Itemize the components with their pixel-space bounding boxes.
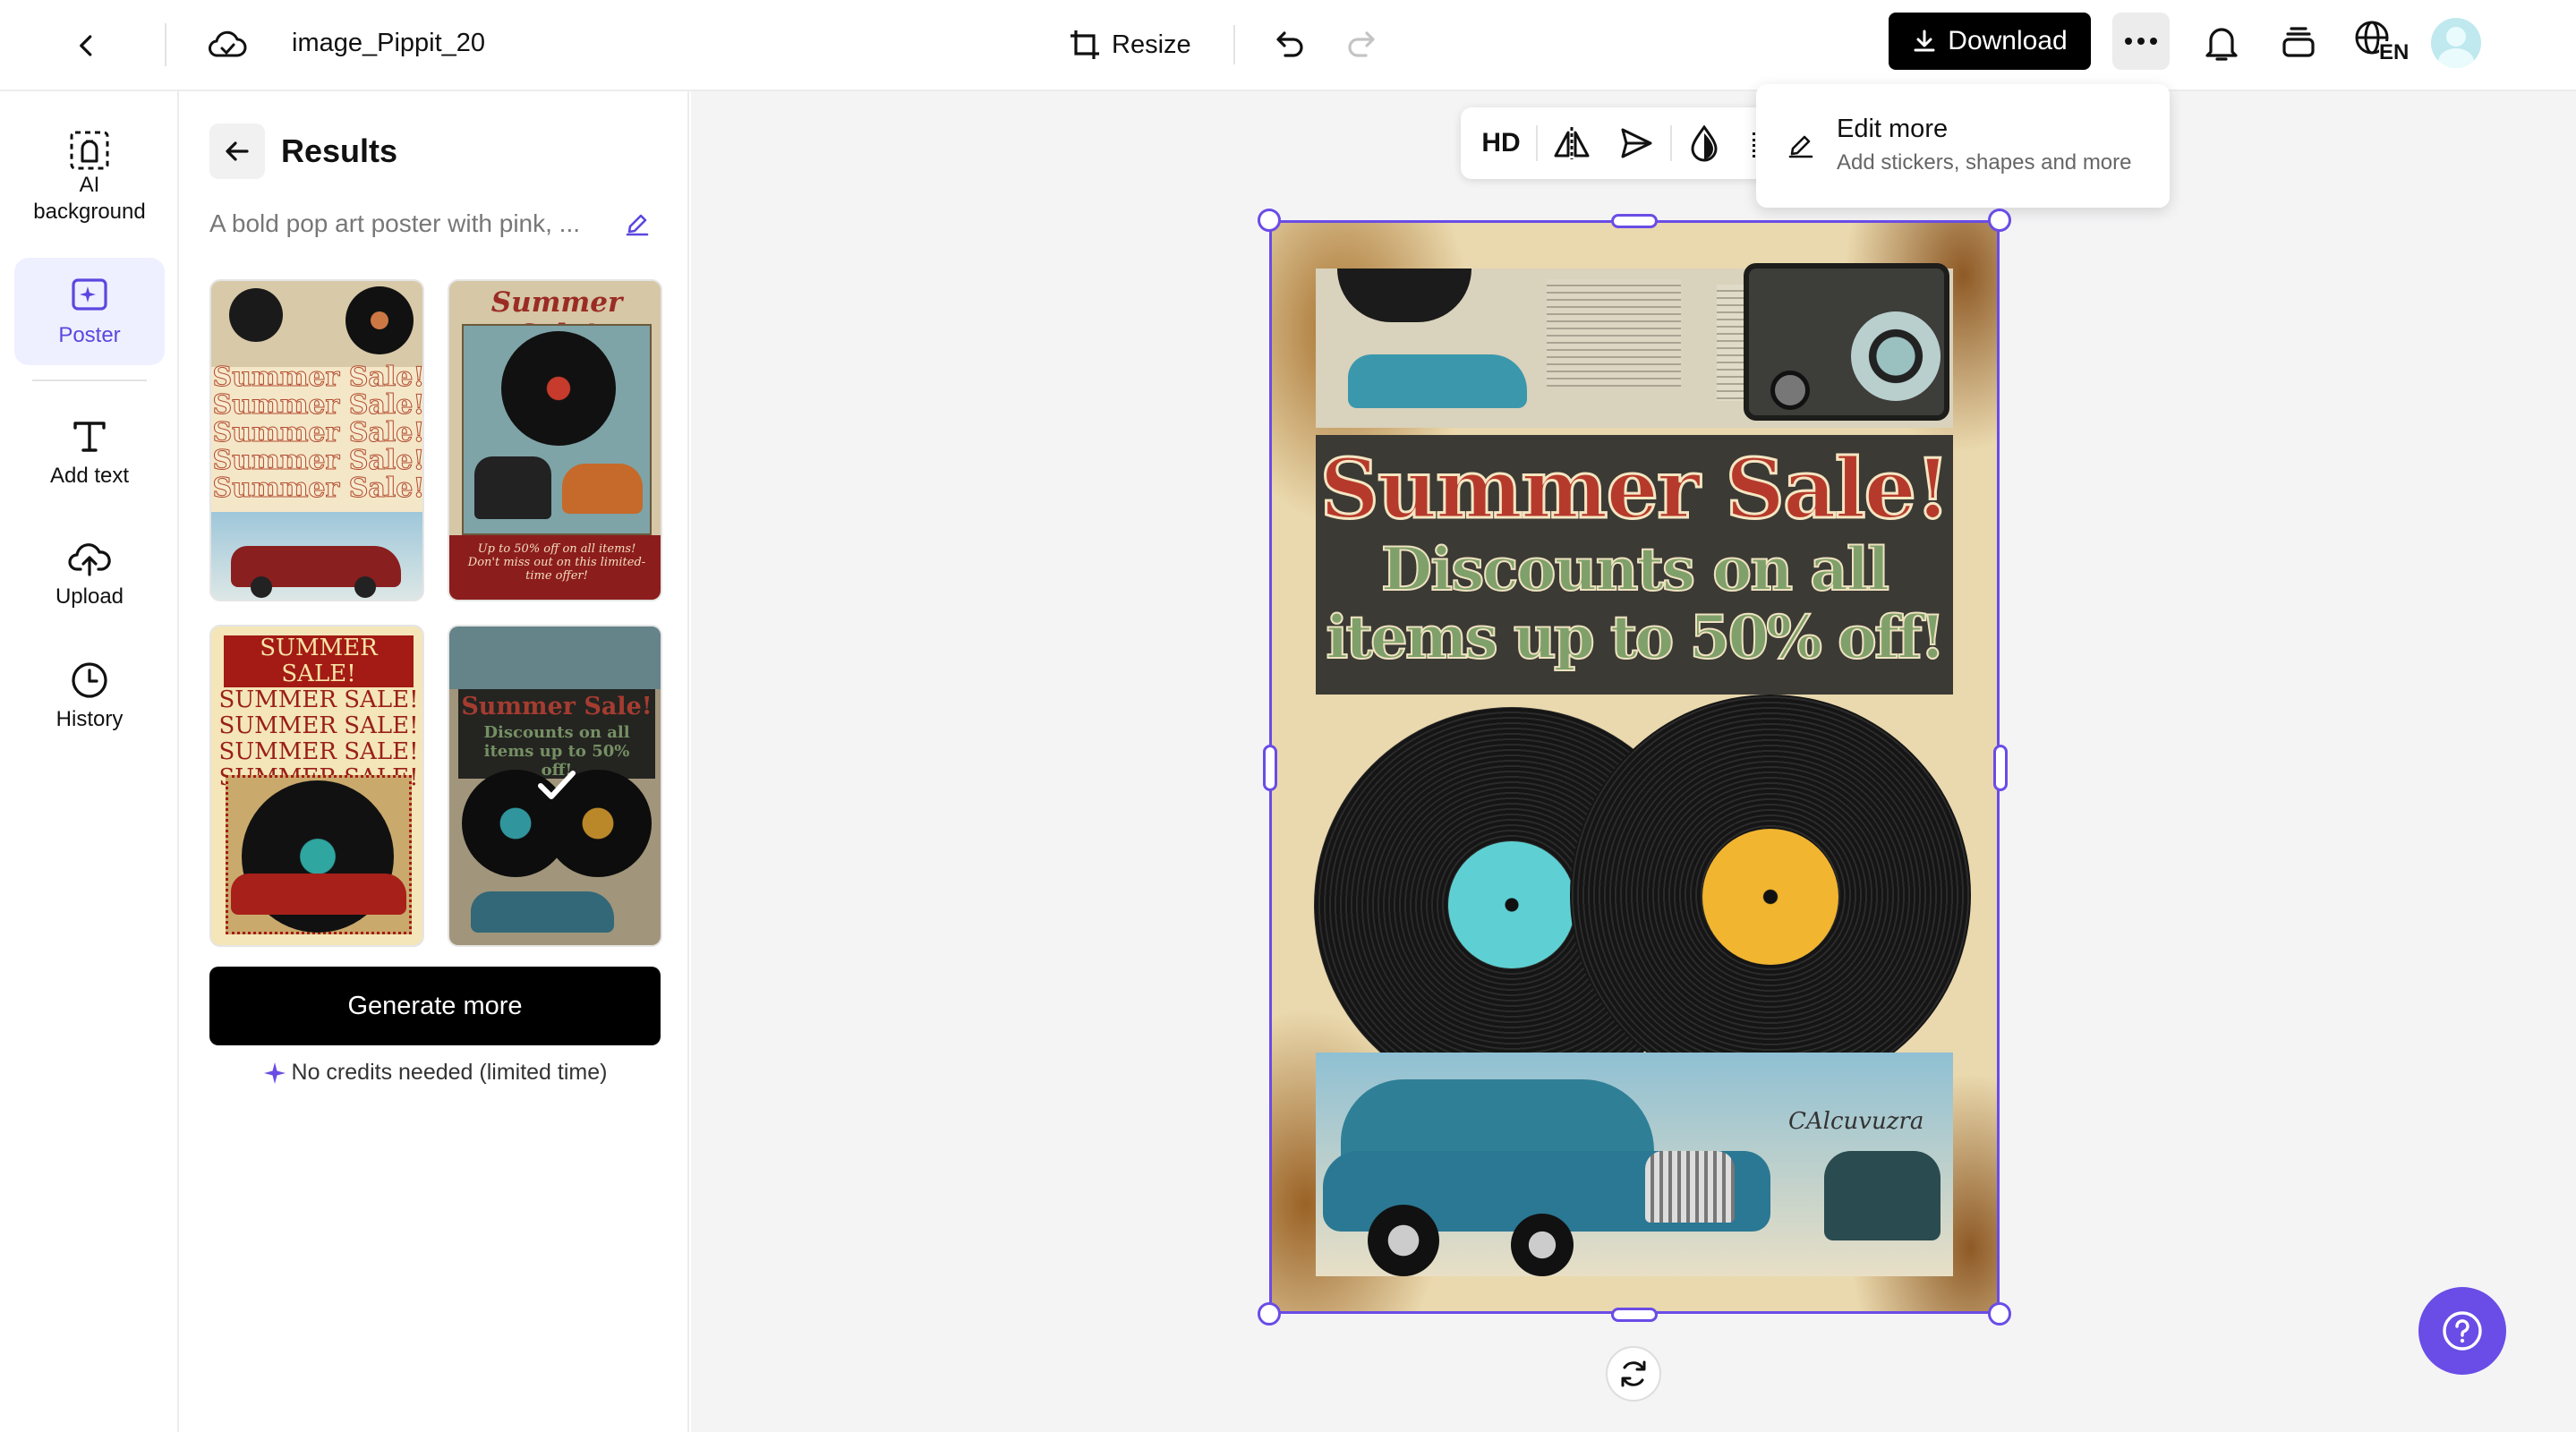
edit-prompt-icon[interactable] (621, 208, 653, 240)
resize-handle-right[interactable] (1993, 745, 2008, 791)
thumb-line: SUMMER SALE! (218, 686, 419, 713)
thumb-line: SUMMER SALE! (218, 738, 419, 765)
avatar[interactable] (2431, 18, 2481, 68)
resize-handle-bottom-right[interactable] (1988, 1302, 2011, 1325)
sparkle-icon (263, 1061, 286, 1084)
nav-item-history[interactable]: History (14, 643, 165, 750)
thumb-footer: Up to 50% off on all items! Don't miss o… (467, 542, 646, 583)
thumb-line: Summer Sale! (212, 473, 424, 504)
resize-handle-bottom-left[interactable] (1258, 1302, 1281, 1325)
nav-item-add-text[interactable]: Add text (14, 399, 165, 507)
top-bar: image_Pippit_20 Resize Download EN (0, 0, 2576, 91)
redo-icon[interactable] (1335, 21, 1386, 68)
check-icon (538, 771, 576, 799)
thumb-line: SUMMER SALE! (224, 635, 414, 687)
thumb-line: SUMMER SALE! (218, 712, 419, 739)
upload-icon (68, 543, 111, 576)
more-options-icon[interactable] (2112, 13, 2170, 70)
text-icon (73, 422, 106, 452)
popup-subtitle: Add stickers, shapes and more (1837, 150, 2132, 175)
resize-handle-bottom[interactable] (1611, 1308, 1658, 1322)
opacity-icon[interactable] (1679, 120, 1729, 166)
rotate-icon[interactable] (1606, 1346, 1661, 1402)
edit-more-popup[interactable]: Edit more Add stickers, shapes and more (1756, 84, 2170, 208)
generate-more-button[interactable]: Generate more (209, 967, 661, 1045)
file-name[interactable]: image_Pippit_20 (292, 25, 485, 61)
nav-label: Upload (55, 584, 124, 609)
resize-label: Resize (1112, 30, 1191, 59)
prompt-text[interactable]: A bold pop art poster with pink, ... (209, 208, 580, 240)
result-thumbnail[interactable]: SUMMER SALE! SUMMER SALE! SUMMER SALE! S… (209, 625, 424, 947)
nav-label: Add text (49, 464, 130, 488)
cloud-sync-icon[interactable] (200, 20, 254, 70)
flip-icon[interactable] (1547, 120, 1597, 166)
nav-divider (32, 379, 147, 381)
language-code: EN (2379, 40, 2410, 64)
download-button[interactable]: Download (1889, 13, 2091, 70)
nav-item-upload[interactable]: Upload (14, 521, 165, 628)
floating-toolbar: HD (1461, 107, 1783, 179)
arrow-left-icon (226, 141, 249, 161)
bell-icon[interactable] (2196, 18, 2247, 68)
result-thumbnail-selected[interactable]: Summer Sale! Discounts on all items up t… (448, 625, 662, 947)
help-button[interactable] (2418, 1287, 2506, 1375)
resize-handle-top-left[interactable] (1258, 209, 1281, 232)
language-icon[interactable]: EN (2350, 16, 2413, 70)
results-panel: Results A bold pop art poster with pink,… (181, 91, 689, 1432)
help-icon (2443, 1311, 2482, 1351)
left-nav: AI background Poster Add text Upload His… (0, 91, 179, 1432)
resize-handle-left[interactable] (1263, 745, 1277, 791)
panel-title: Results (281, 132, 398, 169)
send-icon[interactable] (1611, 120, 1661, 166)
thumb-line: Summer Sale! (212, 445, 424, 476)
nav-label: AI background (33, 173, 146, 224)
popup-title: Edit more (1837, 115, 1949, 143)
poster-icon (72, 278, 107, 311)
resize-handle-top[interactable] (1611, 214, 1658, 228)
selection-frame (1269, 220, 2000, 1314)
edit-pencil-icon (1788, 135, 1813, 158)
nav-item-ai-background[interactable]: AI background (14, 116, 165, 238)
thumb-line: Summer Sale! (212, 389, 424, 421)
panel-back-button[interactable] (209, 124, 265, 179)
resize-icon (1070, 30, 1099, 59)
result-thumbnail[interactable]: Summer Sale! Summer Sale! Summer Sale! S… (209, 279, 424, 601)
nav-item-poster[interactable]: Poster (14, 258, 165, 365)
nav-label: History (55, 707, 124, 731)
credits-note: No credits needed (limited time) (291, 1060, 608, 1085)
back-icon[interactable] (64, 23, 109, 68)
history-icon (72, 662, 107, 698)
nav-label: Poster (58, 323, 121, 347)
layers-icon[interactable] (2273, 18, 2324, 68)
download-icon (1914, 30, 1935, 52)
resize-button[interactable]: Resize (1067, 21, 1210, 68)
result-thumbnail[interactable]: Summer Sale! Up to 50% off on all items!… (448, 279, 662, 601)
download-label: Download (1948, 26, 2068, 55)
ai-background-icon (70, 131, 109, 170)
undo-icon[interactable] (1266, 21, 1316, 68)
thumb-line: Summer Sale! (212, 417, 424, 448)
hd-button[interactable]: HD (1473, 120, 1529, 166)
resize-handle-top-right[interactable] (1988, 209, 2011, 232)
thumb-line: Summer Sale! (212, 362, 424, 393)
